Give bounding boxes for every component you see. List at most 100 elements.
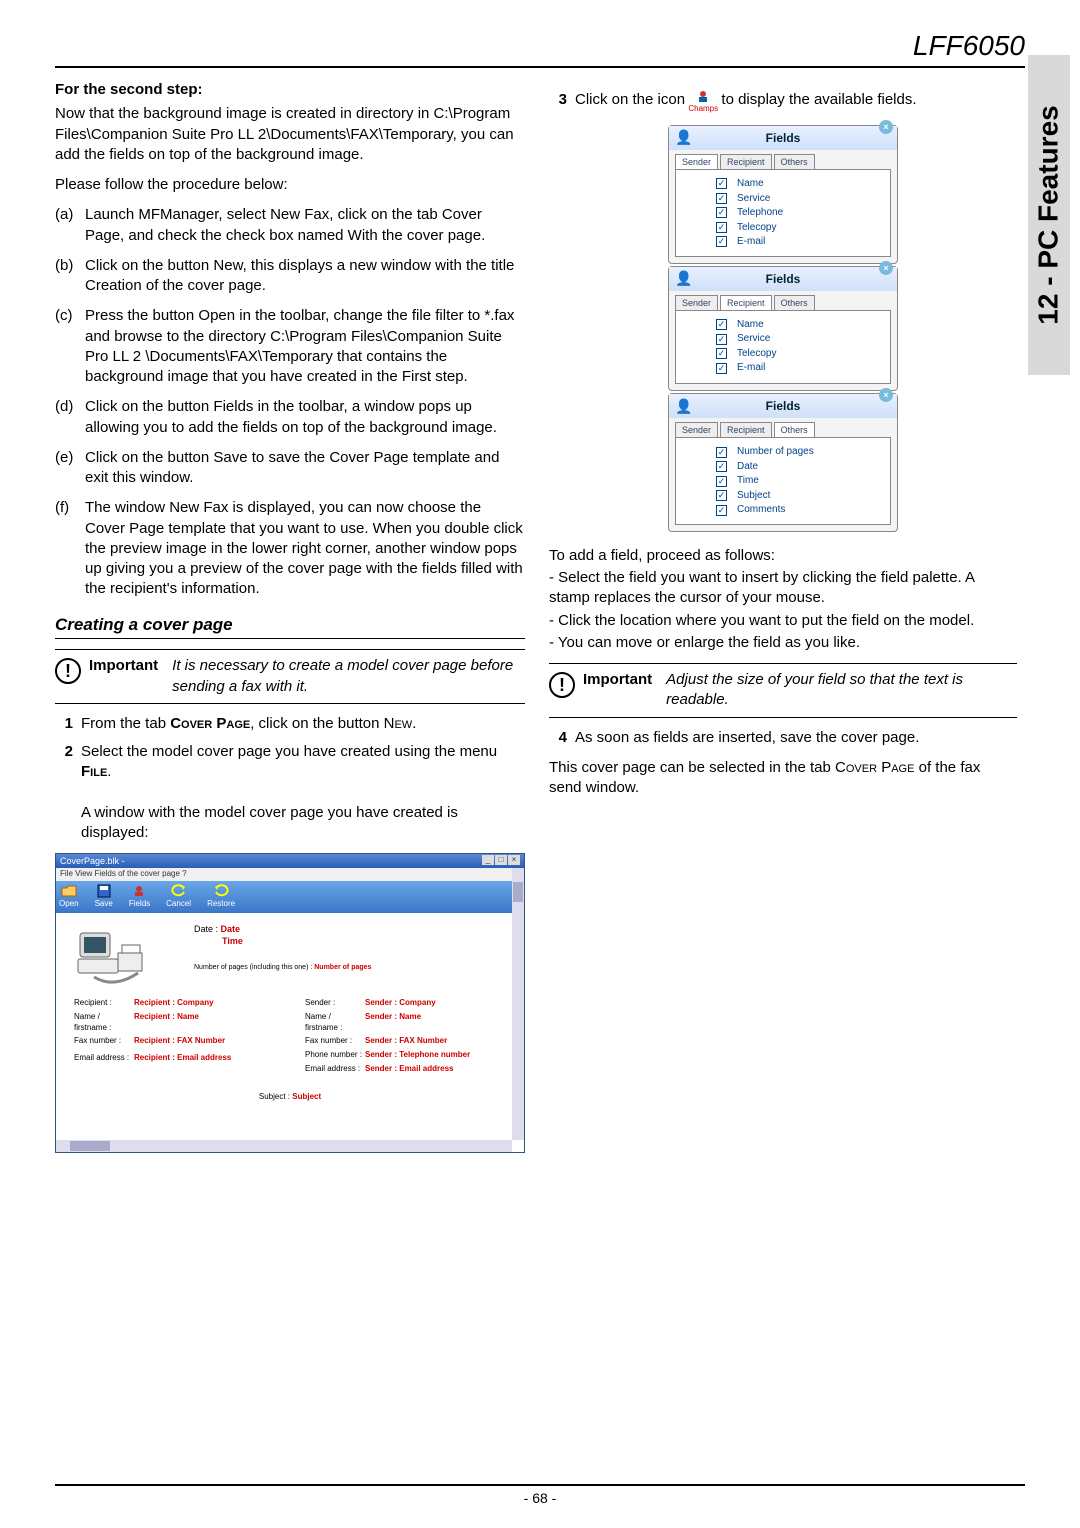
checkbox[interactable]: ✓ (716, 178, 727, 189)
add-field-b: - Click the location where you want to p… (549, 611, 1017, 631)
champs-icon[interactable]: Champs (689, 90, 717, 115)
numbered-step-4: 4 As soon as fields are inserted, save t… (549, 728, 1017, 748)
close-icon[interactable]: × (879, 120, 893, 134)
checkbox[interactable]: ✓ (716, 447, 727, 458)
step-a: (a)Launch MFManager, select New Fax, cli… (55, 205, 525, 246)
two-column-layout: For the second step: Now that the backgr… (55, 80, 1025, 1153)
fw-title: 👤 Fields × (669, 126, 897, 150)
checkbox[interactable]: ✓ (716, 222, 727, 233)
cp-titlebar: CoverPage.blk - _ □ × (56, 854, 524, 868)
cp-subject: Subject : Subject (74, 1092, 506, 1103)
important-icon: ! (549, 672, 575, 698)
cp-vscrollbar[interactable] (512, 868, 524, 1140)
checkbox[interactable]: ✓ (716, 207, 727, 218)
step-c: (c)Press the button Open in the toolbar,… (55, 306, 525, 387)
close-icon[interactable]: × (879, 388, 893, 402)
tab-sender[interactable]: Sender (675, 154, 718, 169)
fields-window-recipient: 👤 Fields × Sender Recipient Others ✓Name… (668, 266, 898, 391)
important-label: Important (583, 670, 652, 690)
cp-menubar[interactable]: File View Fields of the cover page ? (56, 868, 524, 881)
checkbox[interactable]: ✓ (716, 236, 727, 247)
tab-recipient[interactable]: Recipient (720, 422, 772, 437)
cp-body: Date : Date Time Number of pages (includ… (56, 913, 524, 1113)
step-1: 1 From the tab Cover Page, click on the … (55, 714, 525, 734)
important-note-2: ! Important Adjust the size of your fiel… (549, 663, 1017, 718)
creating-cover-page-heading: Creating a cover page (55, 614, 525, 640)
checkbox[interactable]: ✓ (716, 363, 727, 374)
footer-rule (55, 1484, 1025, 1486)
tab-others[interactable]: Others (774, 422, 815, 437)
step-4: 4 As soon as fields are inserted, save t… (549, 728, 1017, 748)
chapter-side-tab: 12 - PC Features (1028, 55, 1070, 375)
important-icon: ! (55, 658, 81, 684)
step-2: 2 Select the model cover page you have c… (55, 742, 525, 843)
checkbox[interactable]: ✓ (716, 461, 727, 472)
step-d: (d)Click on the button Fields in the too… (55, 397, 525, 438)
important-text-2: Adjust the size of your field so that th… (666, 670, 1017, 711)
step-f: (f)The window New Fax is displayed, you … (55, 498, 525, 599)
important-text-1: It is necessary to create a model cover … (172, 656, 525, 697)
numbered-steps-1-2: 1 From the tab Cover Page, click on the … (55, 714, 525, 844)
right-column: 3 Click on the icon Champs to display th… (549, 80, 1025, 1153)
checkbox[interactable]: ✓ (716, 505, 727, 516)
tab-sender[interactable]: Sender (675, 295, 718, 310)
checkbox[interactable]: ✓ (716, 193, 727, 204)
header-rule (55, 66, 1025, 68)
cp-recipient-col: Recipient :Recipient : Company Name / fi… (74, 995, 275, 1078)
page-footer: - 68 - (0, 1484, 1080, 1506)
cp-max-button[interactable]: □ (495, 855, 507, 865)
person-icon: 👤 (675, 269, 692, 288)
cp-open-button[interactable]: Open (59, 884, 79, 910)
tab-recipient[interactable]: Recipient (720, 295, 772, 310)
fw-title: 👤 Fields × (669, 394, 897, 418)
cp-min-button[interactable]: _ (482, 855, 494, 865)
fields-dialogs: 👤 Fields × Sender Recipient Others ✓Name… (549, 125, 1017, 532)
cp-toolbar: Open Save Fields Cancel Restore (56, 881, 524, 913)
tab-others[interactable]: Others (774, 295, 815, 310)
fields-window-sender: 👤 Fields × Sender Recipient Others ✓Name… (668, 125, 898, 264)
cp-recipient-sender: Recipient :Recipient : Company Name / fi… (74, 995, 506, 1078)
chapter-side-tab-label: 12 - PC Features (1033, 105, 1065, 324)
second-step-intro-1: Now that the background image is created… (55, 104, 525, 165)
fields-window-others: 👤 Fields × Sender Recipient Others ✓Numb… (668, 393, 898, 532)
checkbox[interactable]: ✓ (716, 319, 727, 330)
doc-model: LFF6050 (55, 30, 1025, 62)
cp-close-button[interactable]: × (508, 855, 520, 865)
important-label: Important (89, 656, 158, 676)
cp-date-area: Date : Date Time Number of pages (includ… (194, 923, 371, 987)
fw-title: 👤 Fields × (669, 267, 897, 291)
cp-sender-col: Sender :Sender : Company Name / firstnam… (305, 995, 506, 1078)
cp-restore-button[interactable]: Restore (207, 884, 235, 910)
checkbox[interactable]: ✓ (716, 476, 727, 487)
step-e: (e)Click on the button Save to save the … (55, 448, 525, 489)
cp-illustration (74, 923, 154, 987)
step-b: (b)Click on the button New, this display… (55, 256, 525, 297)
lettered-steps: (a)Launch MFManager, select New Fax, cli… (55, 205, 525, 599)
second-step-heading: For the second step: (55, 80, 525, 100)
cp-save-button[interactable]: Save (95, 884, 113, 910)
page-number: - 68 - (524, 1490, 557, 1506)
page-root: LFF6050 12 - PC Features For the second … (0, 0, 1080, 1528)
numbered-step-3: 3 Click on the icon Champs to display th… (549, 90, 1017, 115)
tab-others[interactable]: Others (774, 154, 815, 169)
checkbox[interactable]: ✓ (716, 334, 727, 345)
cp-title: CoverPage.blk - (60, 855, 125, 867)
left-column: For the second step: Now that the backgr… (55, 80, 525, 1153)
checkbox[interactable]: ✓ (716, 490, 727, 501)
tab-sender[interactable]: Sender (675, 422, 718, 437)
person-icon: 👤 (675, 397, 692, 416)
important-note-1: ! Important It is necessary to create a … (55, 649, 525, 704)
cp-fields-button[interactable]: Fields (129, 884, 150, 910)
add-field-intro: To add a field, proceed as follows: (549, 546, 1017, 566)
cp-hscrollbar[interactable] (56, 1140, 512, 1152)
step-3: 3 Click on the icon Champs to display th… (549, 90, 1017, 115)
cp-cancel-button[interactable]: Cancel (166, 884, 191, 910)
checkbox[interactable]: ✓ (716, 348, 727, 359)
closing-paragraph: This cover page can be selected in the t… (549, 758, 1017, 799)
person-icon: 👤 (675, 128, 692, 147)
tab-recipient[interactable]: Recipient (720, 154, 772, 169)
coverpage-window: CoverPage.blk - _ □ × File View Fields o… (55, 853, 525, 1153)
close-icon[interactable]: × (879, 261, 893, 275)
add-field-a: - Select the field you want to insert by… (549, 568, 1017, 609)
second-step-intro-2: Please follow the procedure below: (55, 175, 525, 195)
